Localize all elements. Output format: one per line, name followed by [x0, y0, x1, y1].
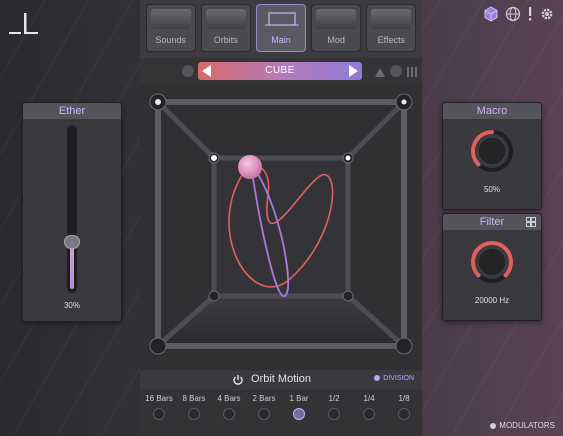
- rate-option[interactable]: 1 Bar: [282, 394, 316, 420]
- ether-slider[interactable]: [64, 125, 80, 293]
- globe-icon[interactable]: [505, 6, 521, 22]
- cube-visualizer[interactable]: [140, 84, 422, 370]
- center-column: Sounds Orbits Main Mod Effects CUBE Orbi…: [140, 0, 422, 436]
- cube-visualizer-drawing: [140, 84, 422, 370]
- rate-option[interactable]: 1/8: [387, 394, 421, 420]
- rate-label: 1/8: [398, 394, 410, 403]
- shape-icon[interactable]: [374, 65, 386, 77]
- tab-label: Mod: [327, 35, 345, 45]
- alert-icon[interactable]: [527, 6, 533, 22]
- ether-slider-thumb[interactable]: [64, 235, 80, 249]
- rate-selector: 16 Bars 8 Bars 4 Bars 2 Bars 1 Bar 1/2 1…: [140, 390, 422, 436]
- macro-value: 50%: [483, 185, 500, 194]
- rate-label: 2 Bars: [252, 394, 276, 403]
- ether-title: Ether: [23, 103, 121, 119]
- tab-thumbnail: [316, 9, 357, 29]
- division-dot-icon: [374, 375, 381, 381]
- rate-label: 1 Bar: [289, 394, 309, 403]
- tab-orbits[interactable]: Orbits: [200, 4, 251, 52]
- tab-mod[interactable]: Mod: [311, 4, 362, 52]
- tab-thumbnail: [150, 9, 191, 29]
- tab-sounds[interactable]: Sounds: [145, 4, 196, 52]
- macro-panel: Macro 50%: [442, 102, 542, 210]
- tab-thumbnail: [371, 9, 412, 29]
- tab-label: Main: [271, 35, 291, 45]
- next-preset-icon[interactable]: [349, 65, 358, 77]
- macro-knob[interactable]: [470, 129, 514, 173]
- filter-panel: Filter 20000 Hz: [442, 213, 542, 321]
- rate-option[interactable]: 8 Bars: [177, 394, 211, 420]
- rate-option[interactable]: 2 Bars: [247, 394, 281, 420]
- rate-radio: [188, 408, 200, 420]
- rate-label: 1/2: [328, 394, 340, 403]
- preset-selector[interactable]: CUBE: [198, 62, 362, 80]
- rate-label: 1/4: [363, 394, 375, 403]
- rate-radio: [153, 408, 165, 420]
- modulators-dot-icon: [490, 423, 497, 429]
- paint-icon[interactable]: [390, 65, 402, 77]
- rate-option[interactable]: 16 Bars: [142, 394, 176, 420]
- tab-thumbnail: [205, 9, 246, 29]
- rate-radio: [398, 408, 410, 420]
- cube-icon[interactable]: [483, 6, 499, 22]
- filter-header: Filter: [443, 214, 541, 230]
- filter-knob[interactable]: [470, 240, 514, 284]
- cube-thumbnail-icon: [264, 12, 299, 26]
- rate-radio: [328, 408, 340, 420]
- rate-label: 16 Bars: [145, 394, 173, 403]
- gear-icon[interactable]: [539, 6, 555, 22]
- rate-radio: [223, 408, 235, 420]
- preset-name: CUBE: [265, 65, 295, 76]
- orbit-motion-header: Orbit Motion DIVISION: [140, 370, 422, 390]
- tab-effects[interactable]: Effects: [366, 4, 417, 52]
- modulators-button[interactable]: MODULATORS: [490, 421, 555, 430]
- preset-row: CUBE: [140, 58, 422, 84]
- rate-option[interactable]: 4 Bars: [212, 394, 246, 420]
- orb-icon: [182, 65, 194, 77]
- orbit-ball[interactable]: [238, 155, 262, 179]
- division-toggle[interactable]: DIVISION: [374, 375, 414, 382]
- filter-value: 20000 Hz: [474, 296, 510, 305]
- macro-title: Macro: [443, 103, 541, 119]
- filter-title: Filter: [479, 216, 505, 228]
- sliders-icon[interactable]: [406, 65, 418, 77]
- tab-label: Effects: [377, 35, 406, 45]
- rate-option[interactable]: 1/4: [352, 394, 386, 420]
- tab-label: Orbits: [213, 35, 238, 45]
- ether-panel: Ether 30%: [22, 102, 122, 322]
- rate-option[interactable]: 1/2: [317, 394, 351, 420]
- rate-radio: [293, 408, 305, 420]
- logo-icon: [9, 13, 38, 34]
- top-toolbar: [483, 6, 555, 22]
- division-label: DIVISION: [383, 375, 414, 382]
- rate-radio: [258, 408, 270, 420]
- tab-label: Sounds: [155, 35, 186, 45]
- grid-icon[interactable]: [526, 217, 536, 227]
- ether-value: 30%: [63, 301, 80, 310]
- rate-label: 8 Bars: [182, 394, 206, 403]
- tab-bar: Sounds Orbits Main Mod Effects: [140, 0, 422, 58]
- tab-main[interactable]: Main: [255, 4, 306, 52]
- modulators-label: MODULATORS: [499, 421, 555, 430]
- rate-label: 4 Bars: [217, 394, 241, 403]
- rate-radio: [363, 408, 375, 420]
